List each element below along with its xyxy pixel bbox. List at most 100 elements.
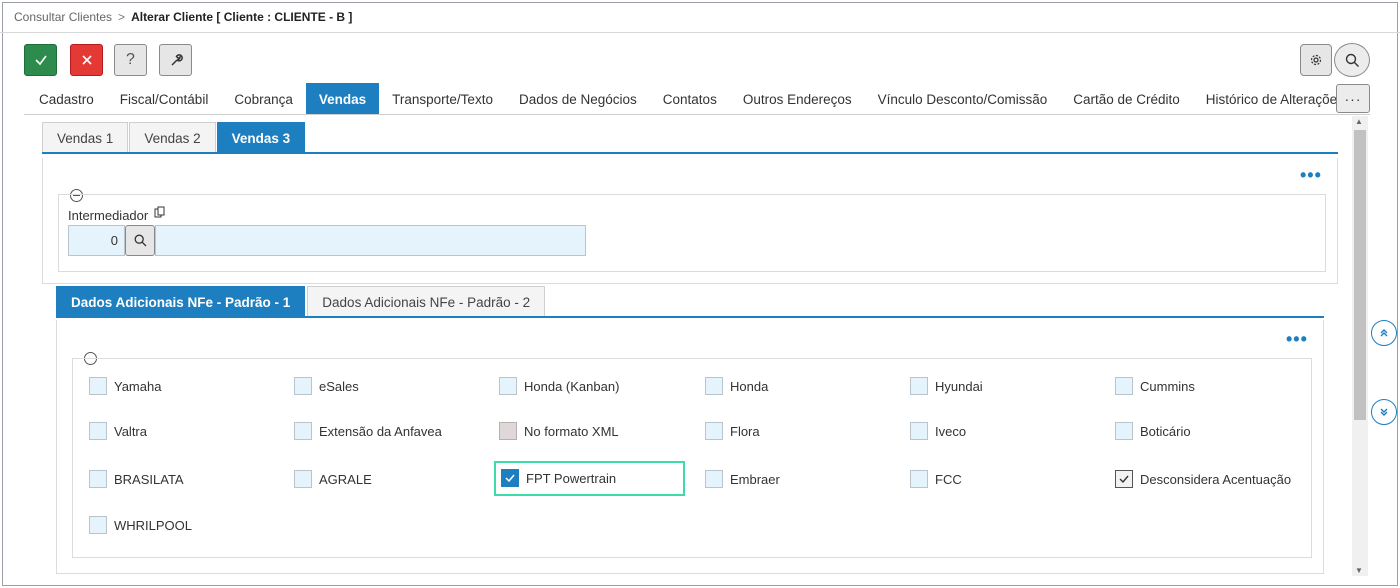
nfe-tabs-underline <box>56 316 1324 318</box>
copy-icon[interactable] <box>154 206 165 221</box>
tab-cobranca[interactable]: Cobrança <box>221 83 306 115</box>
checkbox-box[interactable] <box>89 516 107 534</box>
checkbox-box[interactable] <box>499 377 517 395</box>
checkbox-whrilpool[interactable]: WHRILPOOL <box>89 516 192 534</box>
nfe-panel-menu-button[interactable]: ••• <box>1286 330 1308 348</box>
checkbox-box[interactable] <box>1115 470 1133 488</box>
tab-vendas-2[interactable]: Vendas 2 <box>129 122 216 153</box>
checkbox-valtra[interactable]: Valtra <box>89 422 147 440</box>
checkbox-label: FCC <box>935 471 962 487</box>
checkbox-esales[interactable]: eSales <box>294 377 359 395</box>
double-chevron-down-icon <box>1380 408 1388 416</box>
confirm-button[interactable] <box>24 44 57 76</box>
intermediador-code-input[interactable]: 0 <box>68 225 125 256</box>
checkbox-no-formato-xml[interactable]: No formato XML <box>499 422 619 440</box>
tab-vendas-1[interactable]: Vendas 1 <box>42 122 129 153</box>
sub-tabs: Vendas 1 Vendas 2 Vendas 3 <box>42 122 306 153</box>
cancel-button[interactable] <box>70 44 103 76</box>
checkbox-fcc[interactable]: FCC <box>910 470 962 488</box>
breadcrumb-separator: > <box>118 10 126 24</box>
checkbox-honda[interactable]: Honda <box>705 377 768 395</box>
gear-icon <box>1310 54 1322 66</box>
breadcrumb: Consultar Clientes > Alterar Cliente [ Cli… <box>14 10 352 24</box>
check-icon <box>505 474 515 483</box>
header-divider <box>0 32 1400 33</box>
checkbox-boticario[interactable]: Boticário <box>1115 422 1191 440</box>
tools-button[interactable] <box>159 44 192 76</box>
checkbox-box[interactable] <box>501 469 519 487</box>
checkbox-label: Extensão da Anfavea <box>319 423 442 439</box>
tab-transporte-texto[interactable]: Transporte/Texto <box>379 83 506 115</box>
tab-historico-de-alteracoes[interactable]: Histórico de Alterações <box>1193 83 1357 115</box>
checkbox-iveco[interactable]: Iveco <box>910 422 966 440</box>
checkbox-box[interactable] <box>705 377 723 395</box>
tab-cartao-de-credito[interactable]: Cartão de Crédito <box>1060 83 1193 115</box>
wrench-icon <box>170 54 183 66</box>
breadcrumb-parent-link[interactable]: Consultar Clientes <box>14 10 112 24</box>
checkbox-desconsidera-acentuacao[interactable]: Desconsidera Acentuação <box>1115 470 1291 488</box>
checkbox-agrale[interactable]: AGRALE <box>294 470 372 488</box>
checkbox-label: BRASILATA <box>114 471 184 487</box>
checkbox-label: Embraer <box>730 471 780 487</box>
scroll-to-bottom-button[interactable] <box>1371 399 1397 425</box>
tab-vendas-3[interactable]: Vendas 3 <box>216 122 306 153</box>
checkbox-embraer[interactable]: Embraer <box>705 470 780 488</box>
tab-contatos[interactable]: Contatos <box>650 83 730 115</box>
help-button[interactable]: ? <box>114 44 147 76</box>
checkbox-box[interactable] <box>910 470 928 488</box>
checkbox-box[interactable] <box>910 422 928 440</box>
tab-vendas[interactable]: Vendas <box>305 83 380 115</box>
tab-fiscal-contabil[interactable]: Fiscal/Contábil <box>107 83 222 115</box>
tab-nfe-padrao-1[interactable]: Dados Adicionais NFe - Padrão - 1 <box>56 286 306 317</box>
tab-cadastro[interactable]: Cadastro <box>26 83 107 115</box>
tab-nfe-padrao-2[interactable]: Dados Adicionais NFe - Padrão - 2 <box>307 286 546 317</box>
checkbox-brasilata[interactable]: BRASILATA <box>89 470 184 488</box>
breadcrumb-current: Alterar Cliente [ Cliente : CLIENTE - B … <box>131 10 353 24</box>
checkbox-hyundai[interactable]: Hyundai <box>910 377 983 395</box>
checkbox-label: Honda (Kanban) <box>524 378 620 394</box>
search-button[interactable] <box>1334 43 1370 77</box>
checkbox-box[interactable] <box>1115 422 1133 440</box>
checkbox-flora[interactable]: Flora <box>705 422 760 440</box>
main-tabs: Cadastro Fiscal/Contábil Cobrança Vendas… <box>26 83 1357 115</box>
checkbox-honda-kanban[interactable]: Honda (Kanban) <box>499 377 619 395</box>
tab-dados-de-negocios[interactable]: Dados de Negócios <box>506 83 650 115</box>
scroll-up-arrow-icon[interactable]: ▲ <box>1355 117 1363 126</box>
search-icon <box>1345 53 1359 67</box>
intermediador-label: Intermediador <box>68 208 149 223</box>
checkbox-box[interactable] <box>294 470 312 488</box>
scroll-down-arrow-icon[interactable]: ▼ <box>1355 566 1363 575</box>
checkbox-box[interactable] <box>294 377 312 395</box>
checkbox-box[interactable] <box>705 422 723 440</box>
checkbox-box[interactable] <box>89 470 107 488</box>
check-icon <box>1119 475 1129 484</box>
checkbox-box[interactable] <box>705 470 723 488</box>
more-tabs-button[interactable]: ··· <box>1336 84 1370 113</box>
checkbox-label: eSales <box>319 378 359 394</box>
checkbox-box[interactable] <box>499 422 517 440</box>
checkbox-label: Flora <box>730 423 760 439</box>
checkbox-box[interactable] <box>910 377 928 395</box>
checkbox-label: Valtra <box>114 423 147 439</box>
main-tabs-divider <box>24 114 1370 115</box>
checkbox-box[interactable] <box>1115 377 1133 395</box>
close-icon <box>81 55 92 65</box>
scroll-to-top-button[interactable] <box>1371 320 1397 346</box>
checkbox-box[interactable] <box>89 377 107 395</box>
checkbox-yamaha[interactable]: Yamaha <box>89 377 161 395</box>
checkbox-box[interactable] <box>89 422 107 440</box>
scrollbar-thumb[interactable] <box>1354 130 1366 420</box>
intermediador-lookup-button[interactable] <box>125 225 155 256</box>
checkbox-extensao-anfavea[interactable]: Extensão da Anfavea <box>294 422 442 440</box>
help-icon: ? <box>126 51 135 68</box>
tab-outros-enderecos[interactable]: Outros Endereços <box>730 83 865 115</box>
checkbox-label: FPT Powertrain <box>526 470 617 486</box>
settings-button[interactable] <box>1300 44 1332 76</box>
tab-vinculo-desconto-comissao[interactable]: Vínculo Desconto/Comissão <box>865 83 1061 115</box>
checkbox-cummins[interactable]: Cummins <box>1115 377 1195 395</box>
checkbox-box[interactable] <box>294 422 312 440</box>
checkbox-label: No formato XML <box>524 423 619 439</box>
panel-menu-button[interactable]: ••• <box>1300 166 1322 184</box>
intermediador-description-input[interactable] <box>155 225 586 256</box>
checkbox-fpt-powertrain[interactable]: FPT Powertrain <box>501 469 616 487</box>
